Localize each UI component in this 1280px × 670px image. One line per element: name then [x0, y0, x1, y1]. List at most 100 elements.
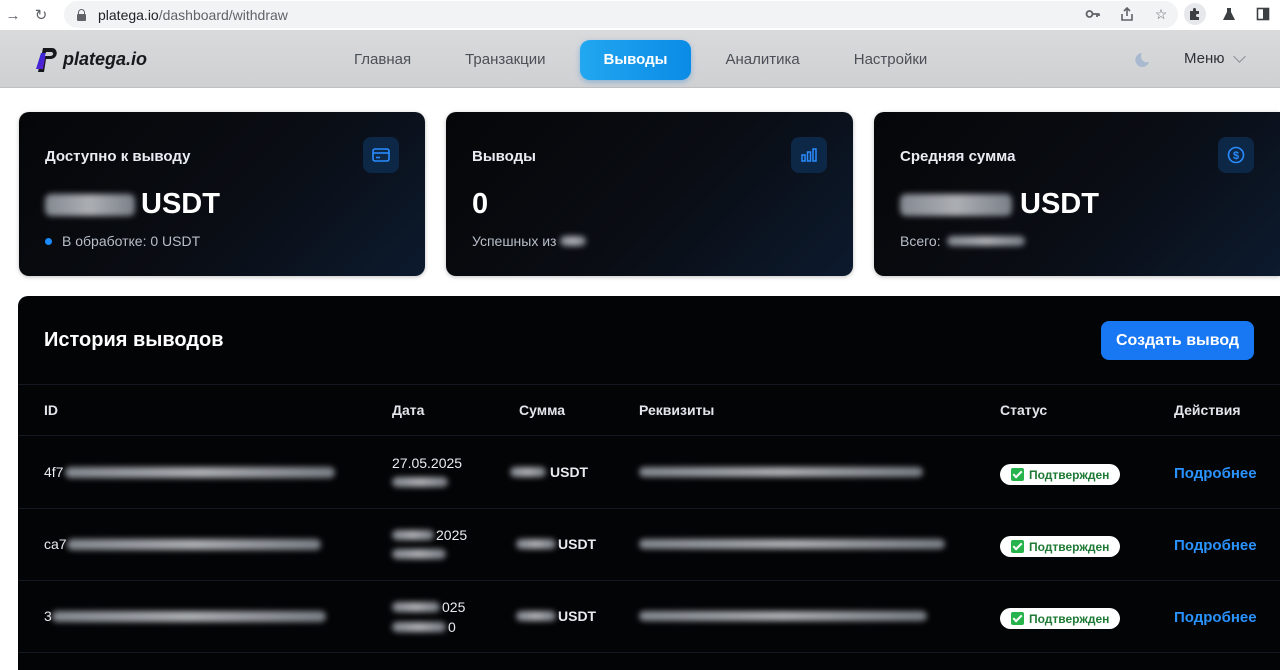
- withdrawal-history-panel: История выводов Создать вывод ID Дата Су…: [18, 296, 1280, 670]
- id-prefix: 4f7: [44, 464, 64, 480]
- date-line: 0: [392, 618, 465, 636]
- nav-analytics[interactable]: Аналитика: [705, 40, 819, 80]
- logo-text: platega.io: [63, 48, 148, 69]
- details-link[interactable]: Подробнее: [1174, 537, 1257, 554]
- url-text[interactable]: platega.io/dashboard/withdraw: [98, 7, 288, 23]
- date-time: 0: [448, 619, 456, 635]
- create-withdrawal-button[interactable]: Создать вывод: [1101, 321, 1254, 360]
- row-amount: USDT: [510, 464, 588, 480]
- table-row[interactable]: 3 025 0 USDT Подтвержден Подробнее: [18, 581, 1280, 653]
- row-requisites: [639, 539, 945, 549]
- checkmark-icon: [1011, 468, 1024, 481]
- available-currency: USDT: [141, 188, 220, 220]
- nav-home[interactable]: Главная: [334, 40, 431, 80]
- date-line: 025: [392, 598, 465, 616]
- nav-settings[interactable]: Настройки: [834, 40, 948, 80]
- average-currency: USDT: [1020, 188, 1099, 220]
- credit-card-icon: [363, 137, 399, 173]
- blue-dot-icon: [45, 237, 52, 245]
- redacted-value: [946, 236, 1025, 246]
- status-badge: Подтвержден: [1000, 608, 1121, 629]
- redacted-value: [560, 236, 587, 246]
- row-amount: USDT: [516, 608, 596, 624]
- available-card: Доступно к выводу USDT В обработке: 0 US…: [19, 112, 425, 276]
- redacted-value: [392, 622, 446, 632]
- menu-dropdown[interactable]: Меню: [1184, 49, 1246, 67]
- back-arrow-icon[interactable]: →: [4, 7, 22, 24]
- url-host: platega.io: [98, 6, 159, 23]
- average-card: Средняя сумма $ USDT Всего:: [874, 112, 1280, 276]
- browser-actions: ☆: [1082, 3, 1274, 25]
- row-id: ca7: [44, 536, 321, 552]
- column-date: Дата: [392, 402, 425, 418]
- table-header: ID Дата Сумма Реквизиты Статус Действия: [18, 384, 1280, 436]
- row-date: 025 0: [392, 598, 465, 636]
- puzzle-extension-icon[interactable]: [1184, 3, 1206, 25]
- column-amount: Сумма: [519, 402, 566, 418]
- table-row[interactable]: ca7 2025 USDT Подтвержден Подробнее: [18, 509, 1280, 581]
- star-icon[interactable]: ☆: [1150, 3, 1172, 25]
- main-nav: Главная Транзакции Выводы Аналитика Наст…: [334, 40, 961, 80]
- withdrawals-title: Выводы: [472, 148, 536, 165]
- column-requisites: Реквизиты: [639, 402, 715, 418]
- chevron-down-icon: [1232, 49, 1246, 63]
- flask-icon[interactable]: [1218, 3, 1240, 25]
- withdrawals-card: Выводы 0 Успешных из: [446, 112, 853, 276]
- url-path: /dashboard/withdraw: [158, 6, 288, 23]
- history-title: История выводов: [44, 329, 224, 351]
- row-date: 27.05.2025: [392, 454, 462, 491]
- date-year: 2025: [436, 527, 468, 543]
- moon-icon[interactable]: [1131, 51, 1149, 69]
- nav-withdrawals[interactable]: Выводы: [579, 40, 692, 80]
- id-prefix: ca7: [44, 536, 67, 552]
- redacted-value: [516, 611, 556, 621]
- amount-currency: USDT: [550, 464, 589, 480]
- browser-nav: → ↻: [0, 6, 60, 25]
- sidepanel-icon[interactable]: [1252, 3, 1274, 25]
- platega-logo-icon: [34, 45, 60, 73]
- redacted-value: [392, 602, 440, 612]
- dollar-circle-icon: $: [1218, 137, 1254, 173]
- successful-count: Успешных из: [472, 233, 587, 249]
- row-requisites: [639, 611, 927, 621]
- available-amount: USDT: [45, 188, 220, 221]
- row-requisites: [639, 467, 923, 477]
- redacted-value: [639, 611, 927, 621]
- menu-label: Меню: [1184, 50, 1225, 67]
- redacted-value: [51, 610, 326, 622]
- redacted-value: [516, 539, 556, 549]
- browser-toolbar: → ↻ platega.io/dashboard/withdraw ☆: [0, 0, 1280, 30]
- details-link[interactable]: Подробнее: [1174, 609, 1257, 626]
- key-icon[interactable]: [1082, 3, 1104, 25]
- column-id: ID: [44, 402, 58, 418]
- available-title: Доступно к выводу: [45, 148, 191, 165]
- redacted-value: [66, 538, 321, 550]
- redacted-value: [392, 549, 446, 559]
- address-bar[interactable]: platega.io/dashboard/withdraw: [64, 1, 1178, 28]
- average-title: Средняя сумма: [900, 148, 1016, 165]
- row-id: 4f7: [44, 464, 336, 480]
- amount-currency: USDT: [558, 536, 597, 552]
- details-link[interactable]: Подробнее: [1174, 465, 1257, 482]
- redacted-value: [392, 530, 434, 540]
- row-date: 2025: [392, 526, 467, 563]
- average-amount: USDT: [900, 188, 1099, 221]
- date-line: 2025: [392, 526, 467, 544]
- redacted-value: [510, 467, 546, 477]
- nav-transactions[interactable]: Транзакции: [445, 40, 565, 80]
- date-line: 27.05.2025: [392, 455, 463, 471]
- reload-icon[interactable]: ↻: [32, 6, 50, 24]
- checkmark-icon: [1011, 540, 1024, 553]
- redacted-value: [45, 193, 135, 216]
- id-prefix: 3: [44, 608, 52, 624]
- share-icon[interactable]: [1116, 3, 1138, 25]
- redacted-value: [639, 467, 923, 477]
- status-badge: Подтвержден: [1000, 464, 1121, 485]
- logo[interactable]: platega.io: [34, 45, 147, 73]
- status-text: Подтвержден: [1029, 611, 1110, 626]
- table-row[interactable]: 4f7 27.05.2025 USDT Подтвержден Подробне…: [18, 437, 1280, 509]
- column-actions: Действия: [1174, 402, 1241, 418]
- lock-icon[interactable]: [76, 8, 86, 21]
- redacted-value: [392, 477, 448, 487]
- svg-text:$: $: [1233, 150, 1239, 162]
